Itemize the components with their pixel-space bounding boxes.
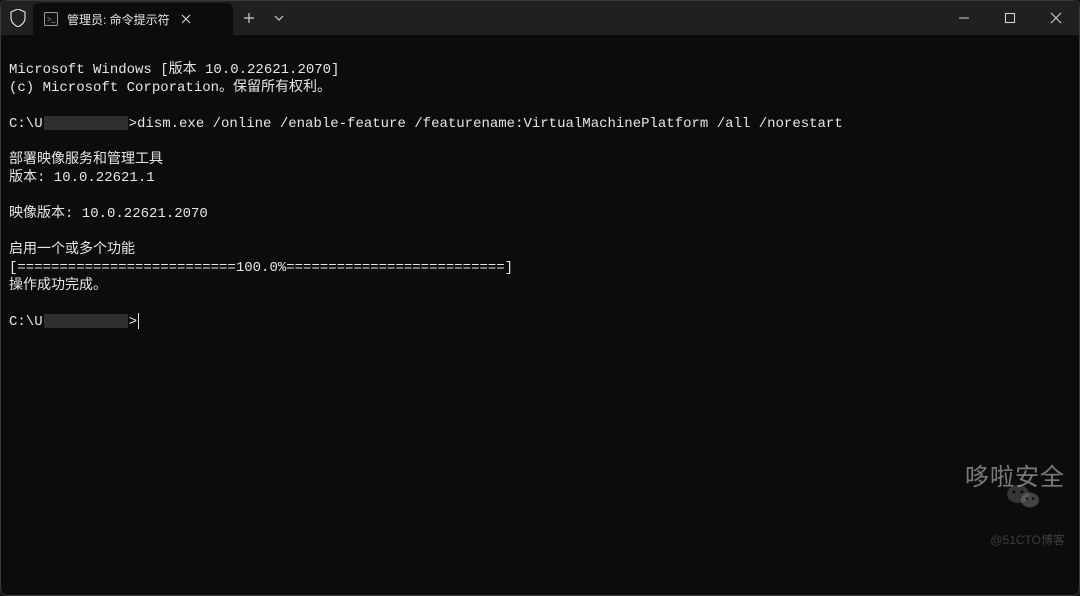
active-tab[interactable]: >_ 管理员: 命令提示符 xyxy=(33,3,233,35)
chevron-down-icon xyxy=(274,15,284,21)
output-line: 版本: 10.0.22621.1 xyxy=(9,170,155,186)
title-bar: >_ 管理员: 命令提示符 xyxy=(1,1,1079,35)
new-tab-button[interactable] xyxy=(233,12,265,24)
prompt-line: C:\U > xyxy=(9,314,139,330)
tab-close-button[interactable] xyxy=(178,11,194,27)
output-line: 操作成功完成。 xyxy=(9,278,107,294)
command-text: dism.exe /online /enable-feature /featur… xyxy=(137,116,843,132)
prompt-prefix: C:\U xyxy=(9,314,43,330)
terminal-window: >_ 管理员: 命令提示符 xyxy=(0,0,1080,596)
window-controls xyxy=(941,1,1079,35)
svg-text:>_: >_ xyxy=(47,15,57,24)
output-line: 映像版本: 10.0.22621.2070 xyxy=(9,206,208,222)
progress-bar-line: [==========================100.0%=======… xyxy=(9,260,513,276)
plus-icon xyxy=(243,12,255,24)
minimize-icon xyxy=(958,12,970,24)
prompt-line: C:\U >dism.exe /online /enable-feature /f… xyxy=(9,116,843,132)
maximize-button[interactable] xyxy=(987,1,1033,35)
title-bar-drag-area[interactable] xyxy=(293,1,941,35)
prompt-prefix: C:\U xyxy=(9,116,43,132)
close-window-button[interactable] xyxy=(1033,1,1079,35)
output-line: Microsoft Windows [版本 10.0.22621.2070] xyxy=(9,62,339,78)
minimize-button[interactable] xyxy=(941,1,987,35)
close-icon xyxy=(181,14,191,24)
tab-title: 管理员: 命令提示符 xyxy=(67,11,170,28)
shield-icon xyxy=(9,7,27,29)
redacted-path xyxy=(44,314,128,328)
watermark: 哆啦安全 @51CTO博客 xyxy=(921,427,1065,585)
output-line: 启用一个或多个功能 xyxy=(9,242,135,258)
prompt-gt: > xyxy=(129,314,137,330)
tab-dropdown-button[interactable] xyxy=(265,15,293,21)
watermark-top: 哆啦安全 xyxy=(921,463,1065,493)
cmd-prompt-icon: >_ xyxy=(43,11,59,27)
redacted-path xyxy=(44,116,128,130)
output-line: (c) Microsoft Corporation。保留所有权利。 xyxy=(9,80,331,96)
wechat-icon xyxy=(921,463,957,493)
close-icon xyxy=(1050,12,1062,24)
prompt-gt: > xyxy=(129,116,137,132)
title-bar-left: >_ 管理员: 命令提示符 xyxy=(1,1,293,35)
terminal-output[interactable]: Microsoft Windows [版本 10.0.22621.2070] (… xyxy=(1,35,1079,595)
maximize-icon xyxy=(1004,12,1016,24)
text-cursor xyxy=(138,313,139,329)
output-line: 部署映像服务和管理工具 xyxy=(9,152,163,168)
